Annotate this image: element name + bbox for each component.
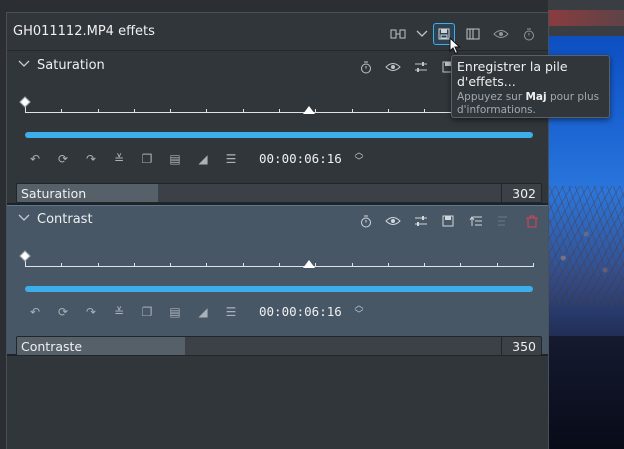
timeline-cursor[interactable] (303, 260, 315, 268)
mouse-cursor-icon (449, 37, 461, 55)
next-keyframe-icon[interactable]: ↷ (82, 303, 100, 321)
add-keyframe-icon[interactable]: ⟳ (54, 303, 72, 321)
timeline-tick (98, 263, 99, 267)
add-keyframe-icon[interactable]: ⟳ (54, 150, 72, 168)
timeline-tick (497, 263, 498, 267)
interpolation-icon[interactable]: ◢ (194, 303, 212, 321)
timeline-tick (206, 263, 207, 267)
timeline-tick (388, 263, 389, 267)
eye-icon[interactable] (490, 23, 512, 45)
previous-keyframe-icon[interactable]: ↶ (26, 303, 44, 321)
timeline-tick (279, 109, 280, 113)
timeline-clip-strip (548, 10, 624, 26)
timeline-tick (424, 263, 425, 267)
timeline-cursor[interactable] (303, 106, 315, 114)
compare-icon[interactable] (387, 23, 409, 45)
align-keyframe-icon[interactable]: ≚ (110, 150, 128, 168)
paste-icon[interactable]: ▤ (166, 303, 184, 321)
effect-range-bar (25, 286, 533, 292)
preview-tree (548, 186, 624, 306)
effect-title: Contrast (37, 212, 93, 227)
eye-icon[interactable] (384, 58, 402, 76)
contrast-slider[interactable]: Contraste 350 (16, 336, 542, 356)
timecode-spinner-icon[interactable]: ︿ ﹀ (353, 149, 365, 169)
move-up-icon[interactable] (467, 212, 485, 230)
slider-value[interactable]: 302 (512, 186, 536, 201)
next-keyframe-icon[interactable]: ↷ (82, 150, 100, 168)
tooltip-key: Maj (525, 91, 547, 103)
timeline-tick (460, 263, 461, 267)
timeline-tick (98, 109, 99, 113)
paste-icon[interactable]: ▤ (166, 150, 184, 168)
timeline-tick (279, 263, 280, 267)
previous-keyframe-icon[interactable]: ↶ (26, 150, 44, 168)
save-stack-tooltip: Enregistrer la pile d'effets... Appuyez … (451, 55, 610, 118)
keyframe-timer-icon[interactable] (357, 58, 375, 76)
keyframe-timer-icon[interactable] (357, 212, 375, 230)
timeline-tick (315, 263, 316, 267)
slider-label: Contraste (21, 339, 83, 354)
collapse-chevron-icon[interactable] (17, 212, 31, 226)
keyframe-marker[interactable] (19, 96, 31, 108)
slider-value-box[interactable]: 302 (501, 184, 541, 202)
timeline-tick (134, 109, 135, 113)
save-icon[interactable] (439, 212, 457, 230)
slider-value-box[interactable]: 350 (501, 337, 541, 355)
slider-value[interactable]: 350 (512, 339, 536, 354)
copy-icon[interactable]: ❐ (138, 150, 156, 168)
preview-ground (548, 336, 624, 449)
panel-title: GH011112.MP4 effets (13, 24, 155, 39)
timeline-tick (243, 109, 244, 113)
timeline-tick (61, 263, 62, 267)
effect-range-bar (25, 132, 533, 138)
timecode[interactable]: 00:00:06:16 (259, 151, 342, 166)
timeline-tick (388, 109, 389, 113)
keyframe-marker[interactable] (19, 250, 31, 262)
copy-icon[interactable]: ❐ (138, 303, 156, 321)
effect-header: Contrast (7, 206, 548, 234)
keyframe-timeline[interactable] (19, 250, 534, 276)
timeline-tick (206, 109, 207, 113)
timeline-tick (352, 263, 353, 267)
timer-icon[interactable] (518, 23, 540, 45)
timeline-tick (61, 109, 62, 113)
timeline-tick (134, 263, 135, 267)
split-view-icon[interactable] (462, 23, 484, 45)
timeline-tick (315, 109, 316, 113)
timeline-tick (424, 109, 425, 113)
effect-title: Saturation (37, 58, 105, 73)
delete-icon[interactable] (523, 212, 541, 230)
timeline-tick (533, 263, 534, 267)
timeline-tick (243, 263, 244, 267)
timecode[interactable]: 00:00:06:16 (259, 304, 342, 319)
align-keyframe-icon[interactable]: ≚ (110, 303, 128, 321)
saturation-slider[interactable]: Saturation 302 (16, 183, 542, 203)
settings-sliders-icon[interactable] (412, 58, 430, 76)
timeline-tick (170, 109, 171, 113)
interpolation-icon[interactable]: ◢ (194, 150, 212, 168)
settings-sliders-icon[interactable] (412, 212, 430, 230)
menu-icon[interactable]: ☰ (222, 303, 240, 321)
collapse-chevron-icon[interactable] (17, 58, 31, 72)
tooltip-title: Enregistrer la pile d'effets... (457, 59, 568, 89)
menu-icon[interactable]: ☰ (222, 150, 240, 168)
tooltip-hint: Appuyez sur Maj pour plus d'informations… (457, 91, 600, 116)
effect-stack-header: GH011112.MP4 effets (7, 13, 548, 51)
eye-icon[interactable] (384, 212, 402, 230)
timeline-tick (352, 109, 353, 113)
effect-contrast: Contrast ↶ ⟳ ↷ ≚ ❐ ▤ ◢ ☰ 00:00:06:16 ︿ ﹀… (7, 205, 548, 356)
timecode-spinner-icon[interactable]: ︿ ﹀ (353, 302, 365, 322)
slider-label: Saturation (21, 186, 87, 201)
move-down-icon[interactable] (495, 212, 513, 230)
chevron-down-icon[interactable] (411, 23, 433, 45)
timeline-tick (170, 263, 171, 267)
